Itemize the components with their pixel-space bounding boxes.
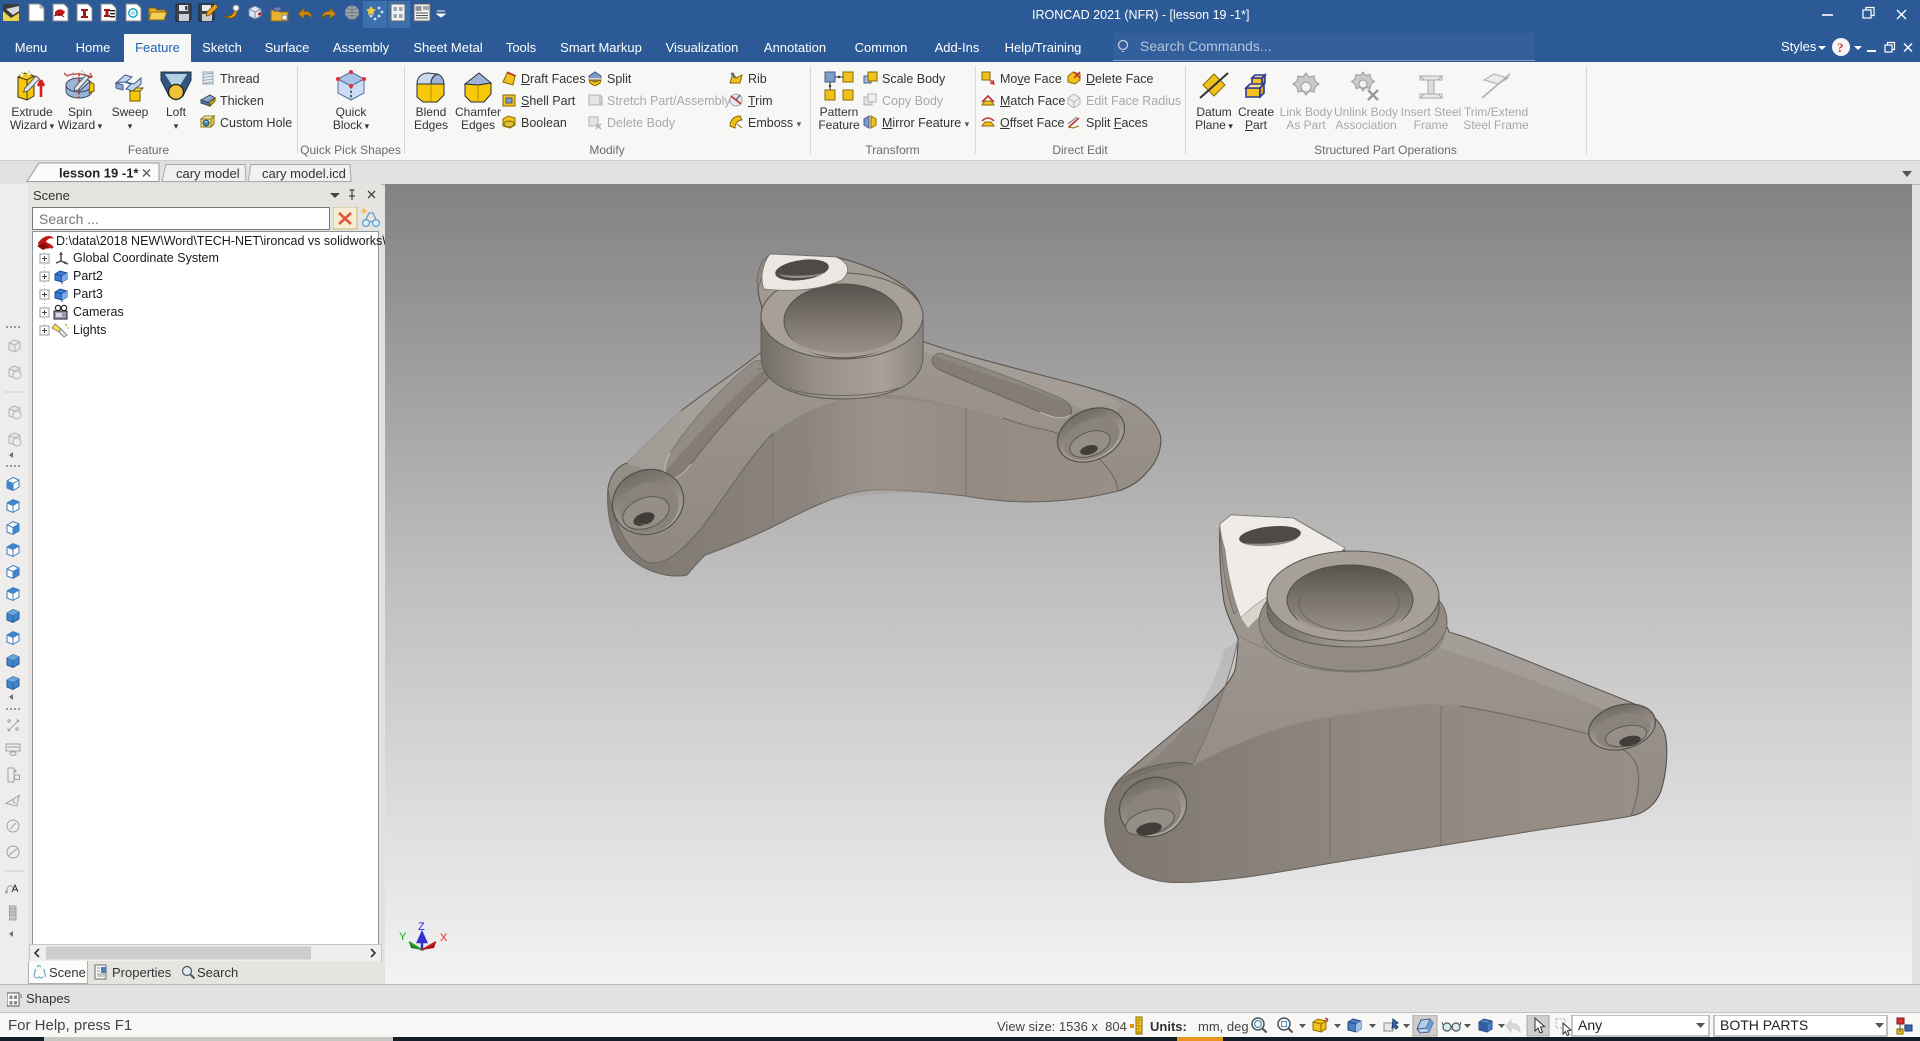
- svg-text:cary model: cary model: [176, 166, 240, 181]
- svg-text:BOTH PARTS: BOTH PARTS: [1720, 1017, 1808, 1033]
- svg-text:X: X: [440, 932, 448, 944]
- svg-text:Y: Y: [399, 931, 407, 943]
- svg-text:lesson 19 -1*: lesson 19 -1*: [59, 166, 139, 181]
- svg-text:?: ?: [1837, 40, 1844, 55]
- svg-text:Any: Any: [1578, 1017, 1602, 1033]
- svg-text:cary model.icd: cary model.icd: [262, 166, 346, 181]
- svg-text:Search Commands...: Search Commands...: [1140, 38, 1272, 54]
